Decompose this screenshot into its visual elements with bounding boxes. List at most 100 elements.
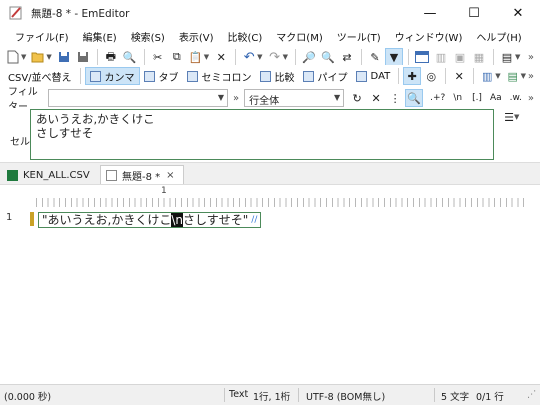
chevron-down-icon[interactable]: ▼: [218, 93, 224, 102]
text-after-newline: さしすせそ": [183, 213, 249, 227]
open-folder-icon[interactable]: [29, 48, 47, 66]
toolbar-separator: [398, 68, 400, 84]
cut-icon[interactable]: ✂: [149, 48, 167, 66]
cell-panel: セル あいうえお,かきくけこ さしすせそ ☰ ▼: [0, 108, 540, 162]
tab-separator-button[interactable]: タブ: [140, 67, 183, 85]
copy-icon[interactable]: ⧉: [168, 48, 186, 66]
status-divider: [298, 388, 299, 402]
tab-label: タブ: [158, 72, 179, 84]
toolbar-overflow-icon[interactable]: »: [528, 71, 534, 82]
status-mode[interactable]: Text: [229, 389, 248, 400]
cell-text-area[interactable]: あいうえお,かきくけこ さしすせそ: [30, 109, 494, 160]
replace-icon[interactable]: ⇄: [338, 48, 356, 66]
comma-button[interactable]: カンマ: [84, 67, 140, 85]
tab-ken-all-csv[interactable]: KEN_ALL.CSV: [2, 165, 98, 185]
menu-compare[interactable]: 比較(C): [221, 29, 270, 44]
resize-grip-icon[interactable]: ⋰: [527, 389, 537, 400]
save-icon[interactable]: [55, 48, 73, 66]
tab-label: 無題-8 *: [122, 172, 161, 183]
line-number: 1: [6, 212, 13, 223]
window-icon[interactable]: ▣: [451, 48, 469, 66]
view-mode-icon[interactable]: [413, 48, 431, 66]
search-filter-icon[interactable]: 🔍: [405, 89, 424, 107]
menu-edit[interactable]: 編集(E): [76, 29, 124, 44]
toolbar-overflow-icon[interactable]: »: [528, 93, 534, 104]
find-next-icon[interactable]: 🔍: [319, 48, 337, 66]
tools-icon[interactable]: ✕: [450, 67, 468, 85]
menu-help[interactable]: ヘルプ(H): [469, 29, 528, 44]
tab-untitled-8[interactable]: 無題-8 * ×: [100, 165, 184, 185]
new-file-icon[interactable]: [4, 48, 22, 66]
overflow-icon[interactable]: »: [233, 93, 239, 104]
pipe-button[interactable]: パイプ: [299, 67, 352, 85]
compare-button[interactable]: 比較: [256, 67, 299, 85]
split-view-icon[interactable]: ▥: [432, 48, 450, 66]
find-icon[interactable]: 🔎: [300, 48, 318, 66]
menu-file[interactable]: ファイル(F): [8, 29, 76, 44]
menu-tools[interactable]: ツール(T): [330, 29, 388, 44]
save-all-icon[interactable]: [74, 48, 92, 66]
semicolon-button[interactable]: セミコロン: [183, 67, 256, 85]
end-of-line-mark: //: [251, 215, 258, 225]
escape-option[interactable]: [.]: [472, 93, 482, 103]
status-encoding[interactable]: UTF-8 (BOM無し): [306, 389, 385, 403]
filter-scope-select[interactable]: 行全体 ▼: [244, 89, 345, 107]
editor-line-1[interactable]: "あいうえお,かきくけこ \n さしすせそ"//: [38, 212, 262, 228]
filter-icon[interactable]: ▼: [384, 48, 403, 66]
filter-toolbar: フィルター ▼ » 行全体▼ ↻ ✕ ⋮ 🔍 .+? \n [.] Aa .w.…: [0, 87, 540, 113]
ruler: 1: [36, 185, 526, 207]
toolbar-overflow-icon[interactable]: »: [528, 52, 534, 63]
delete-icon[interactable]: ✕: [212, 48, 230, 66]
table-icon: [143, 70, 155, 82]
status-line-count: 0/1 行: [476, 392, 504, 403]
tile-icon[interactable]: ▦: [470, 48, 488, 66]
clear-icon[interactable]: ✕: [367, 89, 385, 107]
excel-file-icon: [7, 169, 18, 181]
menu-macro[interactable]: マクロ(M): [269, 29, 329, 44]
refresh-icon[interactable]: ↻: [348, 89, 366, 107]
dat-button[interactable]: DAT: [352, 67, 395, 85]
circle-icon[interactable]: ◎: [422, 67, 440, 85]
vertical-scrollbar[interactable]: [526, 185, 540, 385]
menu-search[interactable]: 検索(S): [124, 29, 172, 44]
chevron-down-icon[interactable]: ▼: [334, 93, 340, 102]
export-icon[interactable]: ▤: [504, 67, 522, 85]
modified-line-marker: [30, 212, 34, 226]
menu-window[interactable]: ウィンドウ(W): [388, 29, 470, 44]
redo-icon[interactable]: ↷: [266, 48, 284, 66]
emeditor-app-icon: [9, 6, 23, 20]
chevron-down-icon[interactable]: ▼: [514, 113, 519, 121]
status-position[interactable]: 1行, 1桁: [253, 389, 290, 403]
toolbar-separator: [235, 49, 237, 65]
print-preview-icon[interactable]: 🔍: [121, 48, 139, 66]
line-number-gutter: 1: [0, 207, 36, 385]
editor-area[interactable]: 1 1 "あいうえお,かきくけこ \n さしすせそ"//: [0, 184, 540, 385]
add-column-icon[interactable]: ✚: [403, 67, 422, 85]
print-icon[interactable]: 🖶: [102, 48, 120, 66]
toolbar-separator: [294, 49, 296, 65]
tab-label: KEN_ALL.CSV: [23, 169, 90, 181]
menu-view[interactable]: 表示(V): [172, 29, 221, 44]
table-icon: [186, 70, 198, 82]
word-option[interactable]: .w.: [510, 93, 522, 103]
paste-icon[interactable]: 📋: [187, 48, 205, 66]
maximize-button[interactable]: ☐: [452, 0, 496, 26]
undo-icon[interactable]: ↶: [240, 48, 258, 66]
macro-icon[interactable]: ▤: [498, 48, 516, 66]
pipe-label: パイプ: [317, 72, 348, 84]
highlight-icon[interactable]: ✎: [366, 48, 384, 66]
close-button[interactable]: ✕: [496, 0, 540, 26]
columns-icon[interactable]: ▥: [478, 67, 496, 85]
status-divider: [224, 388, 225, 402]
case-option[interactable]: Aa: [490, 93, 502, 103]
advanced-filter-icon[interactable]: ⋮: [386, 89, 404, 107]
newline-option[interactable]: \n: [453, 93, 462, 103]
regex-option[interactable]: .+?: [430, 93, 445, 103]
minimize-button[interactable]: —: [408, 0, 452, 26]
ruler-number: 1: [161, 186, 167, 196]
text-before-newline: "あいうえお,かきくけこ: [42, 213, 172, 227]
table-icon: [302, 70, 314, 82]
cell-label: セル: [10, 137, 30, 148]
filter-input[interactable]: ▼: [48, 89, 228, 107]
close-tab-icon[interactable]: ×: [166, 170, 174, 181]
